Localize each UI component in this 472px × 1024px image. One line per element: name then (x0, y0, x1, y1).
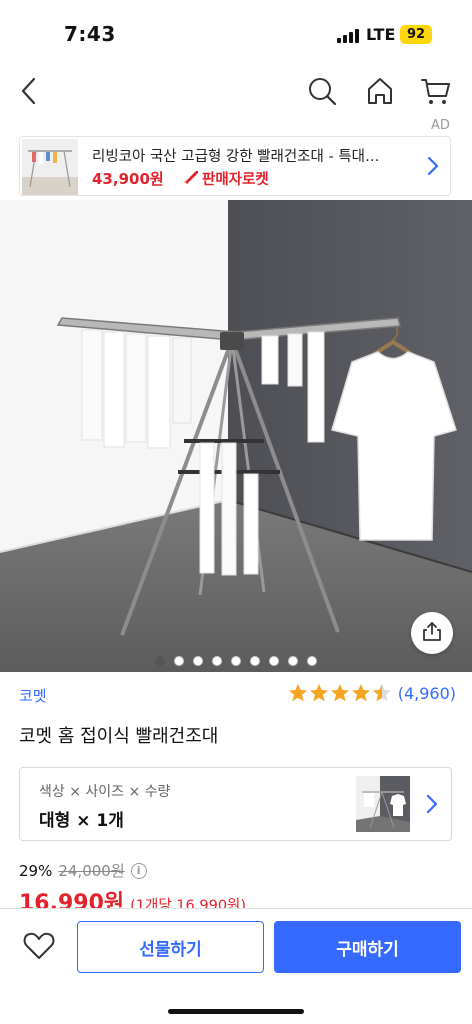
chevron-right-icon (426, 155, 440, 181)
nav-bar (0, 66, 472, 116)
ad-rocket-badge: 판매자로켓 (182, 168, 269, 189)
option-selector[interactable]: 색상 × 사이즈 × 수량 대형 × 1개 (19, 767, 452, 841)
cart-icon[interactable] (419, 74, 453, 108)
home-indicator (168, 1009, 304, 1014)
info-icon[interactable]: i (130, 862, 147, 879)
star-icon (330, 684, 349, 702)
option-labels: 색상 × 사이즈 × 수량 (39, 784, 171, 800)
star-rating (288, 683, 392, 703)
ad-price: 43,900원 (92, 170, 164, 188)
gallery-dot[interactable] (307, 656, 317, 666)
bottom-action-bar: 선물하기 구매하기 (0, 908, 472, 1024)
gift-button[interactable]: 선물하기 (77, 921, 264, 973)
buy-button[interactable]: 구매하기 (274, 921, 461, 973)
gallery-dots (0, 656, 472, 666)
product-title: 코멧 홈 접이식 빨래건조대 (19, 726, 219, 747)
option-value: 대형 × 1개 (39, 811, 124, 831)
ad-label: AD (431, 118, 450, 133)
wishlist-button[interactable] (20, 929, 58, 967)
product-image[interactable] (0, 200, 472, 672)
ad-thumbnail (22, 139, 78, 195)
status-bar: 7:43 LTE 92 (0, 0, 472, 64)
ad-banner[interactable]: 리빙코아 국산 고급형 강한 빨래건조대 - 특대… 43,900원 판매자로켓 (19, 136, 451, 196)
battery-icon: 92 (400, 25, 432, 44)
discount-rate: 29% (19, 861, 53, 880)
gallery-dot[interactable] (174, 656, 184, 666)
gallery-dot[interactable] (193, 656, 203, 666)
ad-title: 리빙코아 국산 고급형 강한 빨래건조대 - 특대… (92, 149, 380, 165)
network-label: LTE (366, 25, 396, 44)
star-icon (288, 684, 307, 702)
review-count[interactable]: (4,960) (398, 684, 456, 703)
rating[interactable]: (4,960) (288, 683, 456, 703)
chevron-right-icon (425, 793, 439, 819)
gallery-dot[interactable] (250, 656, 260, 666)
signal-icon (337, 27, 359, 43)
original-price: 24,000원 (58, 862, 125, 880)
discount-line: 29% 24,000원 i (19, 860, 147, 881)
share-button[interactable] (411, 612, 453, 654)
rocket-icon (182, 169, 200, 189)
gallery-dot[interactable] (155, 656, 165, 666)
ad-rocket-label: 판매자로켓 (202, 172, 269, 188)
back-icon[interactable] (12, 74, 46, 108)
star-icon (351, 684, 370, 702)
gallery-dot[interactable] (212, 656, 222, 666)
option-thumbnail (356, 776, 410, 832)
home-icon[interactable] (363, 74, 397, 108)
status-time: 7:43 (64, 22, 116, 46)
share-icon (422, 620, 442, 646)
gallery-dot[interactable] (231, 656, 241, 666)
search-icon[interactable] (305, 74, 339, 108)
gallery-dot[interactable] (269, 656, 279, 666)
heart-icon (23, 931, 55, 965)
gallery-dot[interactable] (288, 656, 298, 666)
star-icon (372, 684, 391, 702)
brand-link[interactable]: 코멧 (19, 685, 47, 706)
star-icon (309, 684, 328, 702)
